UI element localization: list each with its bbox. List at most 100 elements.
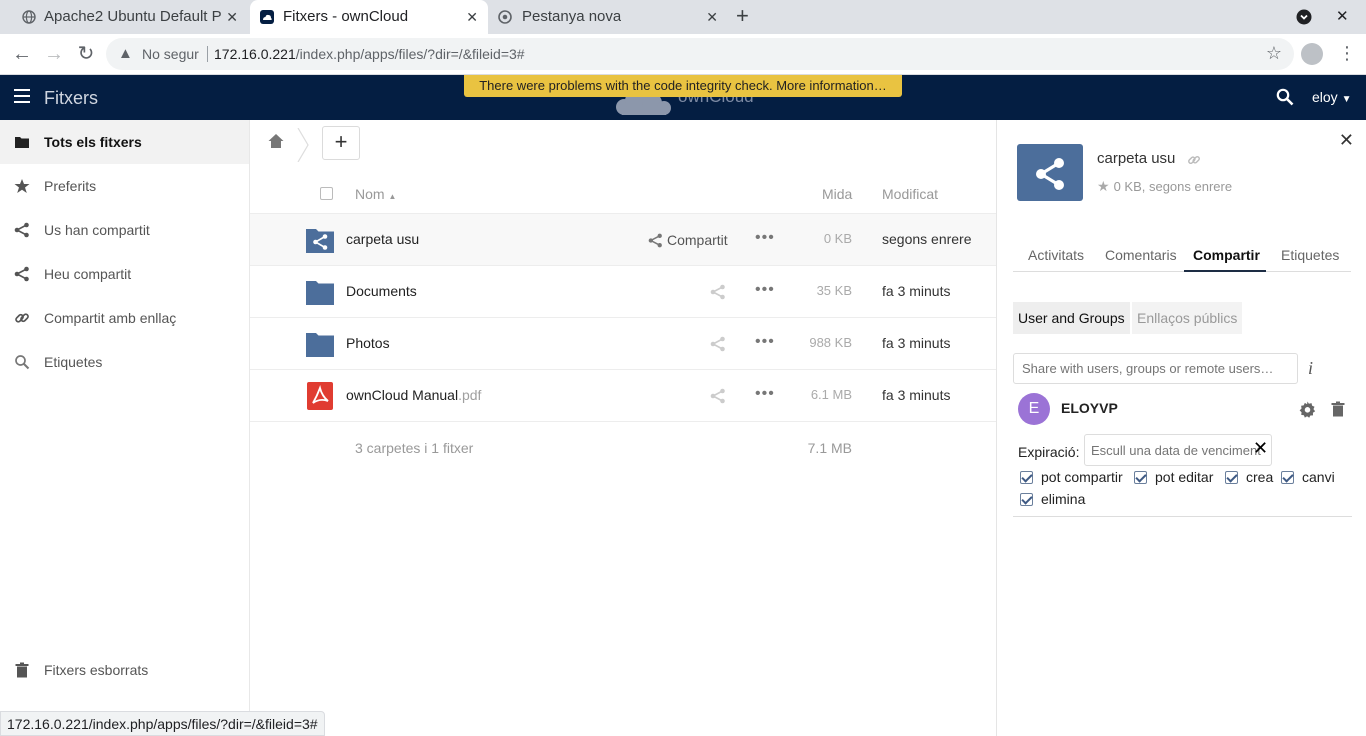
- browser-menu-icon[interactable]: ⋮: [1338, 43, 1356, 64]
- sort-by-name[interactable]: Nom ▲: [355, 186, 396, 202]
- favorite-star-icon[interactable]: ★: [1097, 178, 1110, 194]
- sidebar-item-label: Etiquetes: [44, 354, 103, 370]
- new-tab-button[interactable]: +: [736, 5, 749, 27]
- checkbox-checked[interactable]: [1225, 470, 1238, 484]
- subtab-users-groups[interactable]: User and Groups: [1013, 302, 1130, 334]
- trash-icon: [15, 662, 29, 678]
- checkbox-checked[interactable]: [1134, 470, 1147, 484]
- clear-expiration-icon[interactable]: ✕: [1253, 438, 1268, 459]
- permission-create[interactable]: crea: [1225, 469, 1273, 485]
- avatar: E: [1018, 393, 1050, 425]
- sort-by-size[interactable]: Mida: [822, 186, 852, 202]
- tab-title: Apache2 Ubuntu Default P: [44, 8, 222, 25]
- sidebar-item-all-files[interactable]: Tots els fitxers: [0, 120, 249, 164]
- browser-tab-owncloud[interactable]: Fitxers - ownCloud ✕: [250, 0, 488, 34]
- warning-icon[interactable]: ▲: [118, 45, 133, 62]
- sidebar-item-favorites[interactable]: Preferits: [0, 164, 249, 208]
- reload-icon[interactable]: ↻: [75, 43, 97, 65]
- file-row-documents[interactable]: Documents ••• 35 KB fa 3 minuts: [250, 266, 996, 318]
- new-file-button[interactable]: +: [322, 126, 360, 160]
- file-row-carpeta-usu[interactable]: carpeta usu Compartit ••• 0 KB segons en…: [250, 214, 996, 266]
- active-tab-indicator: [1184, 270, 1266, 272]
- share-icon[interactable]: [710, 284, 726, 300]
- integrity-warning-banner[interactable]: There were problems with the code integr…: [464, 75, 902, 97]
- window-close-button[interactable]: ✕: [1336, 7, 1349, 25]
- sidebar-item-deleted-files[interactable]: Fitxers esborrats: [0, 648, 249, 692]
- file-row-owncloud-manual[interactable]: ownCloud Manual.pdf ••• 6.1 MB fa 3 minu…: [250, 370, 996, 422]
- forward-icon[interactable]: →: [43, 43, 65, 65]
- back-icon[interactable]: ←: [11, 43, 33, 65]
- sidebar-item-shared-by-you[interactable]: Heu compartit: [0, 252, 249, 296]
- share-icon[interactable]: [710, 336, 726, 352]
- menu-icon[interactable]: [14, 89, 30, 103]
- file-name[interactable]: carpeta usu: [346, 231, 419, 247]
- permission-can-share[interactable]: pot compartir: [1020, 469, 1123, 485]
- permalink-icon[interactable]: [1187, 153, 1201, 167]
- more-actions-icon[interactable]: •••: [755, 333, 775, 351]
- file-list-header: Nom ▲ Mida Modificat: [250, 172, 996, 214]
- close-tab-icon[interactable]: ✕: [226, 9, 238, 26]
- tab-tags[interactable]: Etiquetes: [1281, 247, 1339, 263]
- file-name[interactable]: Documents: [346, 283, 417, 299]
- security-label[interactable]: No segur: [142, 46, 199, 62]
- permission-delete[interactable]: elimina: [1020, 491, 1085, 507]
- gear-icon[interactable]: [1299, 401, 1316, 418]
- tab-search-icon[interactable]: [1296, 9, 1312, 25]
- tab-activity[interactable]: Activitats: [1028, 247, 1084, 263]
- pdf-icon: [307, 382, 333, 410]
- url-text[interactable]: 172.16.0.221/index.php/apps/files/?dir=/…: [214, 46, 525, 62]
- share-icon[interactable]: [710, 388, 726, 404]
- sidebar-item-shared-by-link[interactable]: Compartit amb enllaç: [0, 296, 249, 340]
- tab-comments[interactable]: Comentaris: [1105, 247, 1177, 263]
- checkbox-checked[interactable]: [1020, 470, 1033, 484]
- more-actions-icon[interactable]: •••: [755, 229, 775, 247]
- sort-by-modified[interactable]: Modificat: [882, 186, 938, 202]
- close-icon[interactable]: ✕: [1339, 130, 1354, 151]
- folder-icon: [306, 333, 334, 357]
- profile-avatar-icon[interactable]: [1301, 43, 1323, 65]
- share-with-input[interactable]: [1013, 353, 1298, 384]
- file-extension: .pdf: [458, 387, 482, 403]
- sidebar-item-label: Heu compartit: [44, 266, 132, 282]
- share-icon: [1036, 158, 1064, 190]
- permission-can-edit[interactable]: pot editar: [1134, 469, 1213, 485]
- permission-change[interactable]: canvi: [1281, 469, 1335, 485]
- share-icon: [14, 266, 29, 282]
- share-entry: E ELOYVP Expiració: ✕ pot compartir pot …: [1013, 388, 1352, 517]
- summary-text: 3 carpetes i 1 fitxer: [355, 440, 474, 456]
- tab-sharing[interactable]: Compartir: [1193, 247, 1260, 263]
- subtab-public-links[interactable]: Enllaços públics: [1132, 302, 1243, 334]
- file-name[interactable]: Photos: [346, 335, 390, 351]
- file-name[interactable]: ownCloud Manual.pdf: [346, 387, 481, 403]
- browser-tab-new[interactable]: Pestanya nova ✕: [488, 0, 728, 34]
- more-actions-icon[interactable]: •••: [755, 281, 775, 299]
- search-icon[interactable]: [1276, 88, 1294, 106]
- browser-tab-apache[interactable]: Apache2 Ubuntu Default P ✕: [8, 0, 248, 34]
- owncloud-favicon-icon: [260, 10, 274, 24]
- close-tab-icon[interactable]: ✕: [706, 9, 718, 26]
- info-icon[interactable]: i: [1308, 358, 1313, 379]
- user-menu[interactable]: eloy ▼: [1312, 89, 1351, 105]
- file-row-photos[interactable]: Photos ••• 988 KB fa 3 minuts: [250, 318, 996, 370]
- checkbox-checked[interactable]: [1281, 470, 1294, 484]
- sidebar-item-tags[interactable]: Etiquetes: [0, 340, 249, 384]
- address-bar[interactable]: ▲ No segur 172.16.0.221/index.php/apps/f…: [106, 38, 1294, 70]
- select-all-checkbox[interactable]: [320, 187, 333, 200]
- checkbox-checked[interactable]: [1020, 492, 1033, 506]
- sidebar-item-shared-with-you[interactable]: Us han compartit: [0, 208, 249, 252]
- shared-folder-thumbnail: [1017, 144, 1083, 201]
- share-label: Compartit: [667, 232, 728, 248]
- tag-search-icon: [15, 355, 30, 370]
- app-name[interactable]: Fitxers: [44, 88, 98, 109]
- more-actions-icon[interactable]: •••: [755, 385, 775, 403]
- share-action[interactable]: Compartit: [648, 232, 728, 248]
- bookmark-star-icon[interactable]: ☆: [1266, 43, 1282, 64]
- details-meta: ★ 0 KB, segons enrere: [1097, 178, 1233, 194]
- file-size: 0 KB: [823, 231, 852, 246]
- home-icon[interactable]: [268, 133, 284, 149]
- file-size: 6.1 MB: [810, 387, 852, 402]
- expiration-date-input[interactable]: [1084, 434, 1272, 466]
- sidebar-item-label: Compartit amb enllaç: [44, 310, 177, 326]
- trash-icon[interactable]: [1331, 401, 1345, 417]
- close-tab-icon[interactable]: ✕: [466, 9, 478, 26]
